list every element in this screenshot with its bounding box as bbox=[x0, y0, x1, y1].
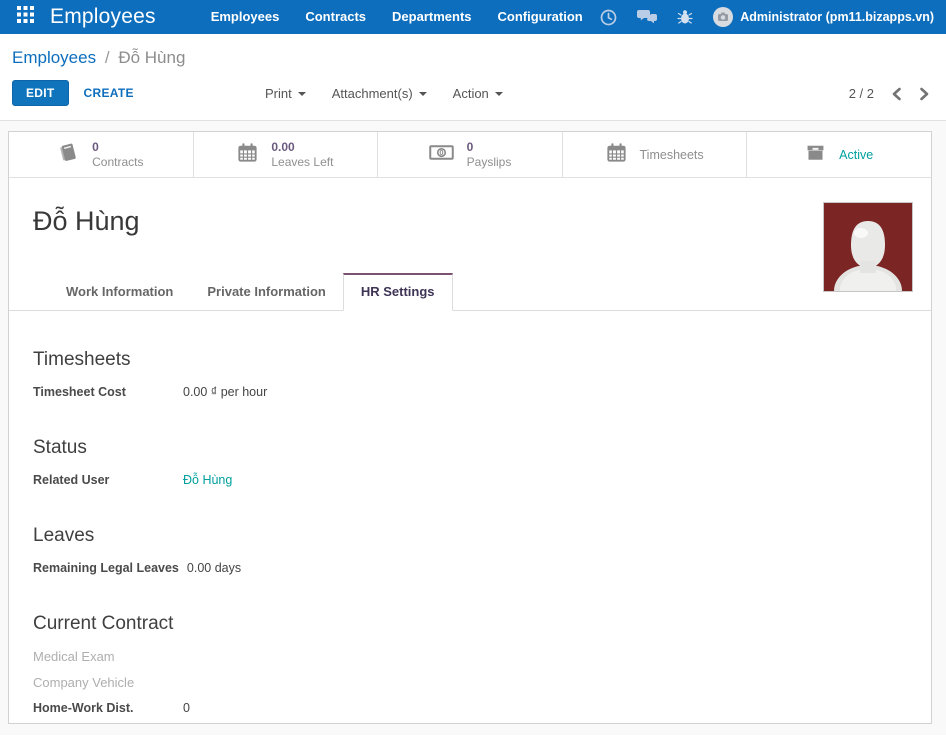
employee-name-heading: Đỗ Hùng bbox=[33, 178, 907, 237]
user-avatar bbox=[713, 7, 733, 27]
section-timesheets: Timesheets Timesheet Cost 0.00 ₫ per hou… bbox=[33, 349, 907, 399]
tab-hr-settings[interactable]: HR Settings bbox=[343, 273, 453, 311]
navbar-right: Administrator (pm11.bizapps.vn) bbox=[600, 7, 934, 27]
menu-contracts[interactable]: Contracts bbox=[292, 0, 379, 34]
messages-chat-icon[interactable] bbox=[637, 9, 657, 25]
section-current-contract: Current Contract Medical Exam Company Ve… bbox=[33, 613, 907, 715]
attachments-dropdown[interactable]: Attachment(s) bbox=[332, 86, 427, 101]
payslips-count: 0 bbox=[467, 140, 512, 155]
breadcrumb: Employees / Đỗ Hùng bbox=[12, 47, 930, 69]
edit-button[interactable]: EDIT bbox=[12, 80, 69, 106]
notebook-tabs: Work Information Private Information HR … bbox=[9, 273, 931, 311]
apps-grid-icon bbox=[17, 6, 34, 28]
action-dropdowns: Print Attachment(s) Action bbox=[265, 86, 503, 101]
breadcrumb-employees-link[interactable]: Employees bbox=[12, 48, 96, 67]
pager-count: 2 / 2 bbox=[849, 86, 874, 101]
user-menu[interactable]: Administrator (pm11.bizapps.vn) bbox=[713, 7, 934, 27]
section-leaves: Leaves Remaining Legal Leaves 0.00 days bbox=[33, 525, 907, 575]
book-icon bbox=[58, 142, 79, 168]
stat-button-timesheets[interactable]: Timesheets bbox=[563, 132, 748, 177]
apps-menu-button[interactable] bbox=[8, 0, 42, 34]
home-work-dist-value: 0 bbox=[183, 701, 190, 715]
field-row-remaining-legal-leaves: Remaining Legal Leaves 0.00 days bbox=[33, 561, 907, 575]
chevron-down-icon bbox=[419, 92, 427, 96]
contracts-count: 0 bbox=[92, 140, 143, 155]
field-row-related-user: Related User Đỗ Hùng bbox=[33, 473, 907, 487]
app-brand-title[interactable]: Employees bbox=[50, 5, 156, 29]
action-dropdown[interactable]: Action bbox=[453, 86, 503, 101]
activities-clock-icon[interactable] bbox=[600, 9, 617, 26]
record-pager: 2 / 2 bbox=[849, 86, 930, 101]
leaves-left-count: 0.00 bbox=[271, 140, 333, 155]
field-label: Company Vehicle bbox=[33, 675, 183, 690]
field-label: Timesheet Cost bbox=[33, 385, 183, 399]
pager-previous-button[interactable] bbox=[891, 87, 902, 101]
section-title: Current Contract bbox=[33, 613, 907, 635]
svg-text:0: 0 bbox=[439, 148, 443, 157]
timesheet-cost-value: 0.00 ₫ per hour bbox=[183, 385, 267, 399]
breadcrumb-separator: / bbox=[101, 48, 114, 67]
section-status: Status Related User Đỗ Hùng bbox=[33, 437, 907, 487]
leaves-left-label: Leaves Left bbox=[271, 155, 333, 170]
pager-next-button[interactable] bbox=[919, 87, 930, 101]
field-label: Related User bbox=[33, 473, 183, 487]
stat-button-active[interactable]: Active bbox=[747, 132, 931, 177]
field-row-timesheet-cost: Timesheet Cost 0.00 ₫ per hour bbox=[33, 385, 907, 399]
attachments-dropdown-label: Attachment(s) bbox=[332, 86, 413, 101]
stat-button-payslips[interactable]: 0 0 Payslips bbox=[378, 132, 563, 177]
field-row-company-vehicle: Company Vehicle bbox=[33, 675, 907, 690]
form-sheet: 0 Contracts bbox=[8, 131, 932, 724]
calendar-icon bbox=[606, 142, 627, 168]
control-panel: Employees / Đỗ Hùng EDIT CREATE Print At… bbox=[0, 34, 946, 121]
archive-box-icon bbox=[805, 142, 826, 168]
debug-bug-icon[interactable] bbox=[677, 9, 693, 25]
top-navbar: Employees Employees Contracts Department… bbox=[0, 0, 946, 34]
tab-work-information[interactable]: Work Information bbox=[49, 274, 190, 310]
stat-button-leaves-left[interactable]: 0.00 Leaves Left bbox=[194, 132, 379, 177]
field-label: Medical Exam bbox=[33, 649, 183, 664]
stat-button-row: 0 Contracts bbox=[9, 132, 931, 178]
contracts-label: Contracts bbox=[92, 155, 143, 170]
related-user-link[interactable]: Đỗ Hùng bbox=[183, 473, 232, 487]
print-dropdown[interactable]: Print bbox=[265, 86, 306, 101]
field-row-home-work-dist: Home-Work Dist. 0 bbox=[33, 701, 907, 715]
banknote-icon: 0 bbox=[429, 143, 454, 167]
field-label: Home-Work Dist. bbox=[33, 701, 183, 715]
section-title: Status bbox=[33, 437, 907, 459]
employee-photo[interactable] bbox=[823, 202, 913, 292]
menu-departments[interactable]: Departments bbox=[379, 0, 484, 34]
field-label: Remaining Legal Leaves bbox=[33, 561, 187, 575]
active-status-label: Active bbox=[839, 148, 873, 162]
field-row-medical-exam: Medical Exam bbox=[33, 649, 907, 664]
payslips-label: Payslips bbox=[467, 155, 512, 170]
menu-employees[interactable]: Employees bbox=[198, 0, 293, 34]
page-background: 0 Contracts bbox=[0, 121, 946, 735]
menu-configuration[interactable]: Configuration bbox=[485, 0, 596, 34]
calendar-icon bbox=[237, 142, 258, 168]
action-dropdown-label: Action bbox=[453, 86, 489, 101]
remaining-leaves-value: 0.00 days bbox=[187, 561, 241, 575]
section-title: Leaves bbox=[33, 525, 907, 547]
timesheets-label: Timesheets bbox=[640, 148, 704, 162]
stat-button-contracts[interactable]: 0 Contracts bbox=[9, 132, 194, 177]
section-title: Timesheets bbox=[33, 349, 907, 371]
main-menu: Employees Contracts Departments Configur… bbox=[198, 0, 596, 34]
print-dropdown-label: Print bbox=[265, 86, 292, 101]
breadcrumb-current-record: Đỗ Hùng bbox=[118, 48, 185, 67]
tab-private-information[interactable]: Private Information bbox=[190, 274, 342, 310]
form-body: Đỗ Hùng Work Information Private Informa… bbox=[9, 178, 931, 715]
create-button[interactable]: CREATE bbox=[84, 86, 134, 100]
user-name-label: Administrator (pm11.bizapps.vn) bbox=[740, 10, 934, 24]
chevron-down-icon bbox=[298, 92, 306, 96]
chevron-down-icon bbox=[495, 92, 503, 96]
